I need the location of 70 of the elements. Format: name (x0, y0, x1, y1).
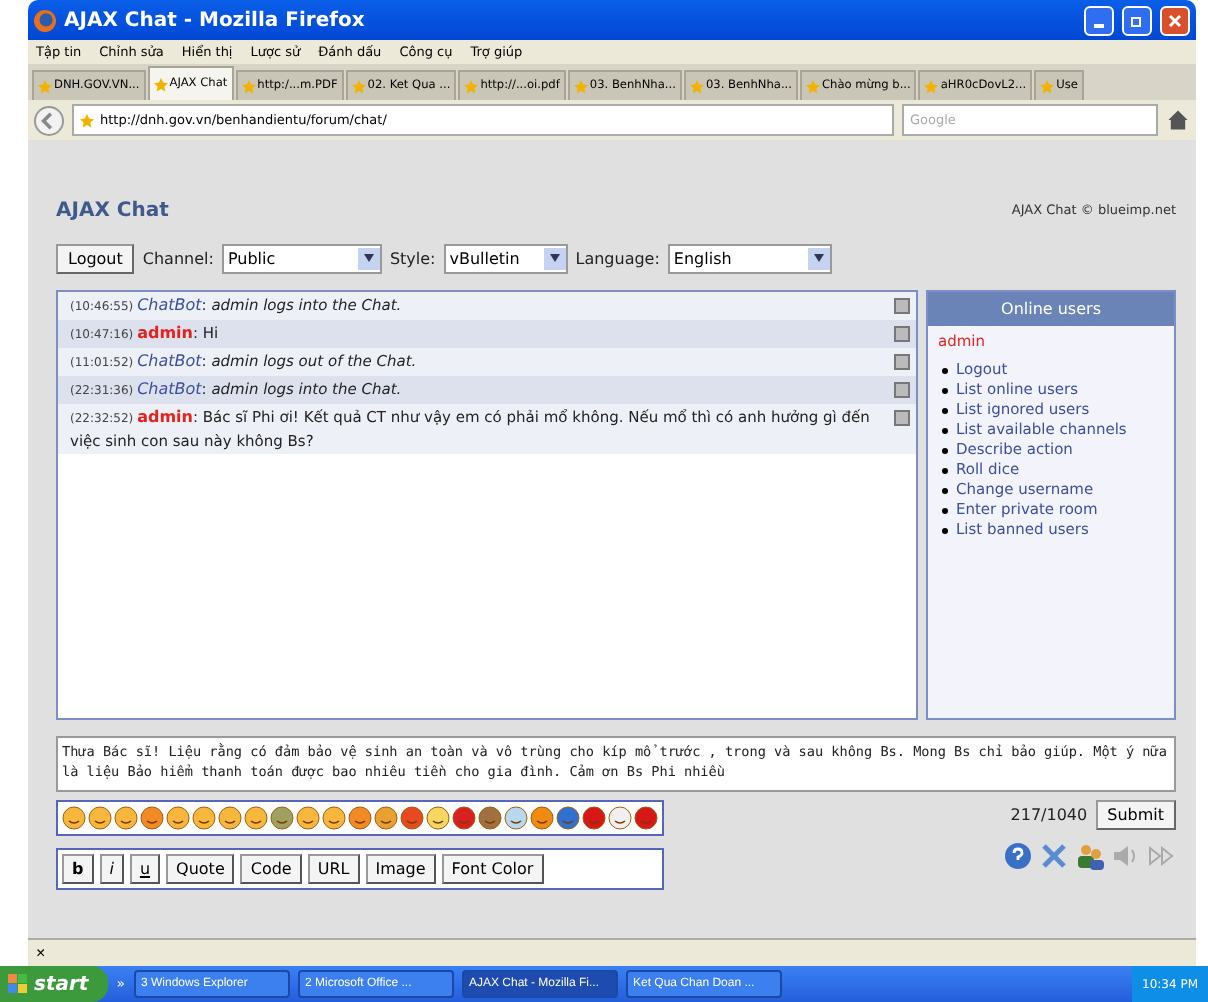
emoticon-icon[interactable] (530, 806, 554, 830)
star-icon (241, 79, 256, 93)
emoticon-icon[interactable] (322, 806, 346, 830)
emoticon-icon[interactable] (452, 806, 476, 830)
emoticon-icon[interactable] (348, 806, 372, 830)
star-icon (38, 79, 52, 93)
emoticon-icon[interactable] (270, 806, 294, 830)
star-icon (1040, 79, 1055, 93)
format-button[interactable]: Font Color (441, 854, 544, 884)
select-label: Style: (389, 249, 436, 267)
format-button[interactable]: Code (240, 854, 302, 884)
help-icon[interactable] (1004, 842, 1032, 870)
star-icon (351, 79, 366, 93)
format-button[interactable]: URL (307, 854, 360, 884)
emoticon-icon[interactable] (634, 806, 658, 830)
star-icon (689, 79, 704, 93)
dropdown[interactable]: English (667, 243, 832, 273)
character-counter: 217/1040 (1010, 806, 1088, 824)
emoticon-icon[interactable] (608, 806, 632, 830)
format-button[interactable]: u (129, 854, 161, 884)
emoticon-icon[interactable] (62, 806, 86, 830)
submit-button[interactable]: Submit (1095, 800, 1176, 830)
emoticon-icon[interactable] (192, 806, 216, 830)
window-title: AJAX Chat - Mozilla Firefox (64, 9, 367, 31)
star-icon (464, 79, 479, 93)
emoticon-icon[interactable] (374, 806, 398, 830)
home-icon[interactable] (1166, 108, 1190, 132)
star-icon (573, 79, 588, 93)
dropdown-arrow-icon (363, 254, 374, 262)
format-button[interactable]: Quote (166, 854, 235, 884)
star-icon (80, 113, 94, 127)
back-button[interactable] (34, 105, 64, 135)
emoticon-icon[interactable] (244, 806, 268, 830)
emoticon-icon[interactable] (556, 806, 580, 830)
emoticon-icon[interactable] (582, 806, 606, 830)
select-label: Channel: (142, 249, 214, 267)
start-button[interactable]: start (0, 966, 109, 1002)
star-icon (153, 77, 168, 91)
emoticon-icon[interactable] (426, 806, 450, 830)
format-button[interactable]: Image (365, 854, 436, 884)
dropdown[interactable]: Public (221, 243, 382, 273)
windows-logo-icon (8, 974, 28, 994)
page-title: AJAX Chat (56, 199, 169, 221)
logout-button[interactable]: Logout (56, 243, 135, 273)
star-icon (924, 79, 939, 93)
dropdown[interactable]: vBulletin (443, 243, 568, 273)
close-find-button[interactable]: × (36, 944, 46, 962)
emoticon-icon[interactable] (296, 806, 320, 830)
emoticon-icon[interactable] (504, 806, 528, 830)
select-label: Language: (575, 249, 660, 267)
close-icon (1168, 13, 1182, 27)
emoticon-icon[interactable] (218, 806, 242, 830)
format-button[interactable]: i (99, 854, 124, 884)
browser-logo-icon (34, 9, 56, 31)
emoticon-icon[interactable] (114, 806, 138, 830)
restore-button[interactable] (1122, 5, 1152, 35)
panel-header: Online users (928, 292, 1174, 326)
emoticon-icon[interactable] (88, 806, 112, 830)
emoticon-icon[interactable] (166, 806, 190, 830)
users-icon[interactable] (1076, 842, 1104, 870)
format-button[interactable]: b (62, 854, 94, 884)
emoticon-icon[interactable] (400, 806, 424, 830)
star-icon (805, 79, 820, 93)
dropdown-arrow-icon (549, 254, 560, 262)
close-button[interactable] (1160, 5, 1190, 35)
emoticon-icon[interactable] (478, 806, 502, 830)
dropdown-arrow-icon (813, 254, 824, 262)
minimize-button[interactable] (1084, 5, 1114, 35)
emoticon-icon[interactable] (140, 806, 164, 830)
restore-icon (1130, 13, 1144, 27)
